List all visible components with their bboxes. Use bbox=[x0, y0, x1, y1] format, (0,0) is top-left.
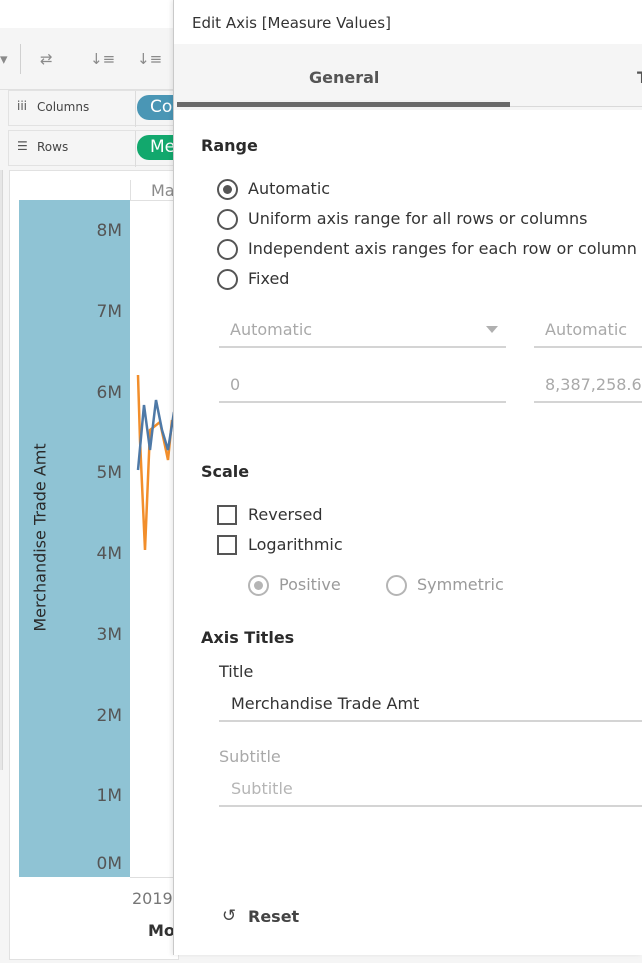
range-option-label: Uniform axis range for all rows or colum… bbox=[248, 209, 588, 228]
dialog-title: Edit Axis [Measure Values] bbox=[192, 14, 391, 32]
axis-tick: 1M bbox=[96, 786, 122, 806]
swap-icon[interactable]: ⇄ bbox=[40, 50, 53, 68]
column-header: Ma bbox=[151, 181, 175, 200]
range-start-value: 0 bbox=[230, 375, 241, 394]
range-start-dropdown-value: Automatic bbox=[230, 320, 313, 339]
range-end-value: 8,387,258.64 bbox=[545, 375, 642, 394]
axis-title-text: Merchandise Trade Amt bbox=[30, 443, 50, 632]
radio-button[interactable] bbox=[217, 239, 238, 260]
dropdown-arrow-icon[interactable]: ▾ bbox=[0, 50, 8, 68]
year-label: 2019 bbox=[132, 889, 173, 908]
range-option-label: Automatic bbox=[248, 179, 331, 198]
radio-button-disabled-checked[interactable] bbox=[248, 575, 269, 596]
range-end-dropdown-value: Automatic bbox=[545, 320, 628, 339]
tab-divider bbox=[510, 106, 642, 107]
title-input-value: Merchandise Trade Amt bbox=[231, 694, 420, 713]
toolbar-separator bbox=[20, 44, 21, 74]
columns-icon: iii bbox=[17, 99, 28, 113]
radio-button[interactable] bbox=[217, 209, 238, 230]
radio-button-disabled[interactable] bbox=[386, 575, 407, 596]
range-end-value-input[interactable]: 8,387,258.64 bbox=[534, 369, 642, 403]
reversed-checkbox[interactable] bbox=[217, 505, 237, 525]
shelf-divider bbox=[135, 131, 136, 167]
radio-button-checked[interactable] bbox=[217, 179, 238, 200]
tab-bar: General T bbox=[174, 44, 642, 110]
scale-heading: Scale bbox=[201, 462, 250, 481]
logarithmic-label: Logarithmic bbox=[248, 535, 343, 554]
header-divider bbox=[130, 180, 131, 200]
subtitle-input-placeholder: Subtitle bbox=[231, 779, 293, 798]
range-option-label: Fixed bbox=[248, 269, 290, 288]
rows-shelf-label: Rows bbox=[37, 140, 69, 154]
axis-tick: 0M bbox=[96, 854, 122, 874]
axis-titles-heading: Axis Titles bbox=[201, 628, 295, 647]
reset-icon: ↺ bbox=[222, 906, 237, 926]
axis-tick: 2M bbox=[96, 706, 122, 726]
symmetric-label: Symmetric bbox=[417, 575, 504, 594]
header-line bbox=[130, 200, 175, 201]
range-end-dropdown[interactable]: Automatic bbox=[534, 314, 642, 348]
reversed-label: Reversed bbox=[248, 505, 323, 524]
line-chart-fragment bbox=[136, 374, 175, 551]
range-start-dropdown[interactable]: Automatic bbox=[219, 314, 506, 348]
axis-tick: 6M bbox=[96, 383, 122, 403]
rows-icon: ☰ bbox=[17, 139, 28, 153]
reset-button[interactable]: ↺ Reset bbox=[222, 905, 312, 929]
range-heading: Range bbox=[201, 136, 258, 155]
sort-descending-icon[interactable]: ↓≡ bbox=[137, 50, 162, 68]
columns-shelf-label: Columns bbox=[37, 100, 90, 114]
month-field-label: Mo bbox=[148, 921, 175, 940]
axis-tick: 5M bbox=[96, 463, 122, 483]
axis-tick: 4M bbox=[96, 544, 122, 564]
sort-ascending-icon[interactable]: ↓≡ bbox=[90, 50, 115, 68]
axis-tick: 3M bbox=[96, 625, 122, 645]
positive-label: Positive bbox=[279, 575, 341, 594]
edit-axis-dialog: Edit Axis [Measure Values] General T Ran… bbox=[173, 0, 642, 955]
title-input[interactable]: Merchandise Trade Amt bbox=[219, 688, 642, 722]
left-panel-edge bbox=[0, 170, 3, 770]
chevron-down-icon bbox=[486, 326, 498, 333]
axis-bottom-line bbox=[130, 877, 175, 878]
range-start-value-input[interactable]: 0 bbox=[219, 369, 506, 403]
subtitle-input[interactable]: Subtitle bbox=[219, 773, 642, 807]
radio-button[interactable] bbox=[217, 269, 238, 290]
active-tab-indicator bbox=[177, 102, 510, 107]
reset-label: Reset bbox=[248, 907, 300, 926]
logarithmic-checkbox[interactable] bbox=[217, 535, 237, 555]
axis-tick: 8M bbox=[96, 221, 122, 241]
range-option-label: Independent axis ranges for each row or … bbox=[248, 239, 637, 258]
tab-tick-marks[interactable]: T bbox=[637, 68, 642, 87]
shelf-divider bbox=[135, 91, 136, 127]
title-label: Title bbox=[219, 662, 254, 681]
axis-tick: 7M bbox=[96, 302, 122, 322]
subtitle-label: Subtitle bbox=[219, 747, 281, 766]
tab-general[interactable]: General bbox=[309, 68, 379, 87]
